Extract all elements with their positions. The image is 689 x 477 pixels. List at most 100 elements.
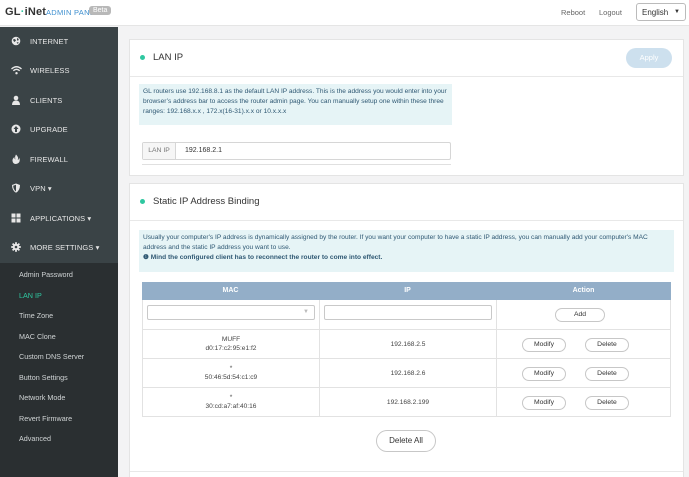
modify-button[interactable]: Modify bbox=[522, 367, 566, 381]
submenu-item-admin-password[interactable]: Admin Password bbox=[19, 270, 73, 279]
table-cell: Modify Delete bbox=[497, 388, 672, 416]
sidebar-item-label: INTERNET bbox=[30, 37, 69, 46]
table-cell: 192.168.2.199 bbox=[320, 388, 497, 416]
lan-ip-label: LAN IP bbox=[143, 143, 176, 159]
delete-button[interactable]: Delete bbox=[585, 338, 629, 352]
submenu-item-custom-dns[interactable]: Custom DNS Server bbox=[19, 352, 84, 361]
modify-button[interactable]: Modify bbox=[522, 338, 566, 352]
chevron-down-icon: ▼ bbox=[674, 9, 680, 15]
table-cell: Modify Delete bbox=[497, 359, 672, 387]
delete-all-button[interactable]: Delete All bbox=[376, 430, 436, 452]
divider bbox=[130, 471, 683, 472]
table-header: MAC IP Action bbox=[142, 282, 671, 300]
table-row: * 30:cd:a7:af:40:16 192.168.2.199 Modify… bbox=[142, 388, 671, 417]
table-cell: 192.168.2.5 bbox=[320, 330, 497, 358]
top-bar: GL·iNet ADMIN PANEL Beta Reboot Logout E… bbox=[0, 0, 689, 26]
language-select[interactable]: English ▼ bbox=[636, 3, 686, 21]
wifi-icon bbox=[11, 65, 22, 75]
column-header-action: Action bbox=[572, 287, 595, 294]
table-cell: ▼ bbox=[143, 300, 320, 329]
gear-icon bbox=[11, 242, 21, 252]
ip-input[interactable] bbox=[324, 305, 492, 320]
modify-button[interactable]: Modify bbox=[522, 396, 566, 410]
fire-icon bbox=[11, 154, 21, 164]
sidebar-item-label: CLIENTS bbox=[30, 96, 63, 105]
logo-text-right: iNet bbox=[24, 6, 47, 18]
sidebar-item-wireless[interactable]: WIRELESS bbox=[0, 56, 118, 85]
column-header-ip: IP bbox=[404, 287, 411, 294]
apply-button[interactable]: Apply bbox=[626, 48, 672, 68]
submenu-item-network-mode[interactable]: Network Mode bbox=[19, 393, 65, 402]
lan-ip-panel: LAN IP Apply GL routers use 192.168.8.1 … bbox=[129, 39, 684, 176]
static-ip-panel: Static IP Address Binding Usually your c… bbox=[129, 183, 684, 477]
panel-title: LAN IP bbox=[153, 52, 184, 63]
table-row: * 50:46:5d:54:c1:c9 192.168.2.6 Modify D… bbox=[142, 359, 671, 388]
logo-text-left: GL bbox=[5, 6, 21, 18]
mac-select[interactable]: ▼ bbox=[147, 305, 315, 320]
divider bbox=[130, 220, 683, 221]
submenu-item-advanced[interactable]: Advanced bbox=[19, 434, 51, 443]
field-underline bbox=[142, 164, 451, 165]
delete-button[interactable]: Delete bbox=[585, 367, 629, 381]
info-text: GL routers use 192.168.8.1 as the defaul… bbox=[143, 88, 447, 115]
table-cell: Add bbox=[497, 300, 672, 329]
table-cell bbox=[320, 300, 497, 329]
sidebar-item-label: APPLICATIONS ▾ bbox=[30, 214, 92, 223]
client-ip: 192.168.2.5 bbox=[390, 341, 426, 348]
grid-icon bbox=[11, 213, 21, 223]
submenu-item-time-zone[interactable]: Time Zone bbox=[19, 311, 53, 320]
submenu-item-lan-ip[interactable]: LAN IP bbox=[19, 291, 42, 300]
table-cell: * 50:46:5d:54:c1:c9 bbox=[143, 359, 320, 387]
lan-ip-input[interactable]: 192.168.2.1 bbox=[185, 147, 222, 154]
client-mac: d0:17:c2:95:e1:f2 bbox=[205, 345, 257, 352]
info-box: GL routers use 192.168.8.1 as the defaul… bbox=[139, 84, 452, 125]
info-circle-icon: ❶ bbox=[143, 254, 149, 261]
shield-icon bbox=[11, 183, 21, 193]
sidebar-item-internet[interactable]: INTERNET bbox=[0, 27, 118, 56]
client-name: * bbox=[229, 365, 233, 372]
submenu-item-mac-clone[interactable]: MAC Clone bbox=[19, 332, 56, 341]
submenu-item-button-settings[interactable]: Button Settings bbox=[19, 373, 68, 382]
delete-button[interactable]: Delete bbox=[585, 396, 629, 410]
sidebar-item-clients[interactable]: CLIENTS bbox=[0, 86, 118, 115]
panel-title: Static IP Address Binding bbox=[153, 196, 260, 207]
logout-link[interactable]: Logout bbox=[599, 8, 622, 17]
column-header-mac: MAC bbox=[222, 287, 239, 294]
table-cell: 192.168.2.6 bbox=[320, 359, 497, 387]
sidebar: INTERNET WIRELESS CLIENTS UPGRADE FIREWA… bbox=[0, 27, 118, 477]
reboot-link[interactable]: Reboot bbox=[561, 8, 585, 17]
lan-ip-field[interactable]: LAN IP 192.168.2.1 bbox=[142, 142, 451, 160]
client-name: * bbox=[229, 394, 233, 401]
client-mac: 30:cd:a7:af:40:16 bbox=[205, 403, 257, 410]
sidebar-item-label: MORE SETTINGS ▾ bbox=[30, 243, 100, 252]
info-text: Usually your computer's IP address is dy… bbox=[143, 234, 648, 251]
client-ip: 192.168.2.199 bbox=[386, 399, 430, 406]
sidebar-item-label: WIRELESS bbox=[30, 66, 70, 75]
divider bbox=[130, 76, 683, 77]
logo: GL·iNet bbox=[5, 6, 46, 18]
sidebar-item-label: FIREWALL bbox=[30, 155, 69, 164]
client-ip: 192.168.2.6 bbox=[390, 370, 426, 377]
add-button[interactable]: Add bbox=[555, 308, 605, 322]
warning-line: ❶ Mind the configured client has to reco… bbox=[143, 253, 670, 263]
submenu-item-revert-firmware[interactable]: Revert Firmware bbox=[19, 414, 72, 423]
upload-icon bbox=[11, 124, 21, 134]
warning-text: Mind the configured client has to reconn… bbox=[150, 254, 383, 261]
sidebar-item-applications[interactable]: APPLICATIONS ▾ bbox=[0, 204, 118, 233]
sidebar-submenu: Admin Password LAN IP Time Zone MAC Clon… bbox=[0, 263, 118, 477]
user-icon bbox=[11, 95, 21, 105]
table-cell: * 30:cd:a7:af:40:16 bbox=[143, 388, 320, 416]
sidebar-item-vpn[interactable]: VPN ▾ bbox=[0, 174, 118, 203]
info-box: Usually your computer's IP address is dy… bbox=[139, 230, 674, 272]
beta-badge: Beta bbox=[89, 6, 112, 15]
sidebar-item-upgrade[interactable]: UPGRADE bbox=[0, 115, 118, 144]
table-cell: Modify Delete bbox=[497, 330, 672, 358]
language-value: English bbox=[642, 8, 669, 17]
chevron-down-icon: ▼ bbox=[303, 309, 309, 315]
section-dot bbox=[140, 199, 145, 204]
client-name: MUFF bbox=[221, 336, 241, 343]
client-mac: 50:46:5d:54:c1:c9 bbox=[204, 374, 258, 381]
sidebar-item-firewall[interactable]: FIREWALL bbox=[0, 145, 118, 174]
sidebar-item-more-settings[interactable]: MORE SETTINGS ▾ bbox=[0, 233, 118, 262]
section-dot bbox=[140, 55, 145, 60]
